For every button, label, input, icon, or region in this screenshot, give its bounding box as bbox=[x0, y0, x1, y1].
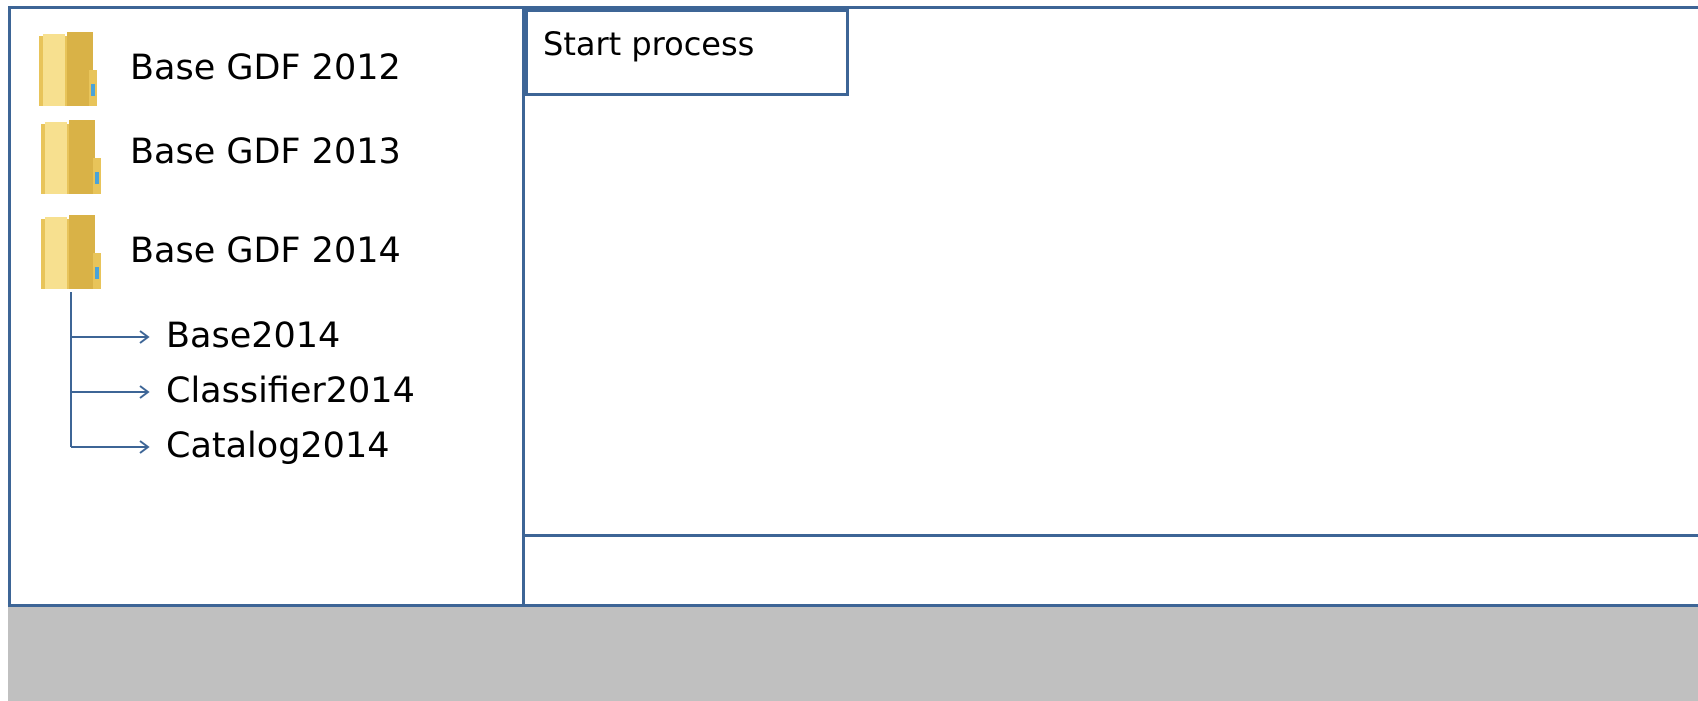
tree-item-catalog2014[interactable]: Catalog2014 bbox=[166, 426, 389, 466]
detail-panel bbox=[525, 537, 1698, 607]
start-process-label: Start process bbox=[543, 25, 755, 63]
folder-item-base-gdf-2014[interactable]: Base GDF 2014 bbox=[37, 213, 487, 293]
folder-icon bbox=[41, 120, 101, 194]
tree-item-classifier2014[interactable]: Classifier2014 bbox=[166, 371, 415, 411]
folder-item-base-gdf-2012[interactable]: Base GDF 2012 bbox=[37, 30, 487, 110]
folder-icon bbox=[39, 32, 97, 106]
folder-icon bbox=[41, 215, 101, 289]
tree-connector-lines bbox=[70, 292, 150, 454]
folder-item-base-gdf-2013[interactable]: Base GDF 2013 bbox=[37, 118, 487, 198]
start-process-button[interactable]: Start process bbox=[525, 9, 849, 96]
tree-item-base2014[interactable]: Base2014 bbox=[166, 316, 340, 356]
folder-label: Base GDF 2014 bbox=[130, 231, 401, 271]
folder-label: Base GDF 2013 bbox=[130, 132, 401, 172]
folder-label: Base GDF 2012 bbox=[130, 48, 401, 88]
status-bar bbox=[8, 604, 1698, 701]
